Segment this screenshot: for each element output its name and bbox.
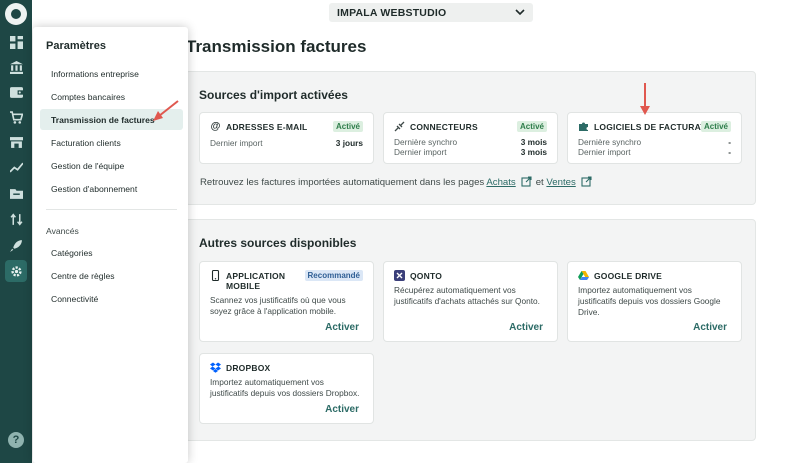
stat-row: Dernier import 3 mois <box>394 147 547 157</box>
app-rail: ? <box>0 0 32 463</box>
card-title: APPLICATION MOBILE <box>226 271 285 291</box>
settings-panel-title: Paramètres <box>46 40 106 52</box>
stat-value: 3 mois <box>520 147 547 157</box>
trend-chart-icon[interactable] <box>5 156 27 178</box>
annotation-arrow-icon <box>153 100 179 121</box>
settings-panel: Paramètres Informations entreprise Compt… <box>33 27 188 463</box>
card-description: Importez automatiquement vos justificati… <box>210 377 361 399</box>
card-title-line: MOBILE <box>226 281 261 291</box>
stat-label: Dernier import <box>210 138 263 148</box>
active-sources-title: Sources d'import activées <box>199 88 348 102</box>
store-icon[interactable] <box>5 131 27 153</box>
card-title: GOOGLE DRIVE <box>594 271 663 281</box>
note-conjunction: et <box>535 177 544 188</box>
qonto-source-card: QONTO Récupérez automatiquement vos just… <box>383 261 558 342</box>
stat-row: Dernier import 3 jours <box>210 138 363 148</box>
company-name: IMPALA WEBSTUDIO <box>337 6 447 19</box>
settings-item-team[interactable]: Gestion de l'équipe <box>40 155 183 176</box>
app-logo-icon[interactable] <box>5 3 27 25</box>
connectors-source-card[interactable]: CONNECTEURS Activé Dernière synchro 3 mo… <box>383 112 558 164</box>
stat-value: 3 jours <box>335 138 363 148</box>
advanced-heading: Avancés <box>46 226 79 236</box>
mobile-app-source-card: APPLICATION MOBILE Recommandé Scannez vo… <box>199 261 374 342</box>
status-badge: Activé <box>516 121 547 132</box>
status-badge: Activé <box>700 121 731 132</box>
at-sign-icon: @ <box>210 121 221 132</box>
transfer-icon[interactable] <box>5 208 27 230</box>
desc-line: Récupérez automatiquement vos <box>394 285 516 295</box>
page-title: Transmission factures <box>186 37 367 56</box>
active-sources-section: Sources d'import activées @ ADRESSES E-M… <box>185 71 756 205</box>
settings-item-rules-center[interactable]: Centre de règles <box>40 265 183 286</box>
imported-invoices-note: Retrouvez les factures importées automat… <box>200 176 596 188</box>
dropbox-source-card: DROPBOX Importez automatiquement vos jus… <box>199 353 374 424</box>
stat-row: Dernière synchro - <box>578 137 731 147</box>
status-badge: Activé <box>332 121 363 132</box>
puzzle-piece-icon <box>578 121 589 132</box>
dashboard-icon[interactable] <box>5 31 27 53</box>
stat-row: Dernier import - <box>578 147 731 157</box>
desc-line: soyez grâce à l'application mobile. <box>210 306 337 316</box>
stat-label: Dernière synchro <box>394 137 458 147</box>
card-title: CONNECTEURS <box>410 122 478 132</box>
activate-button[interactable]: Activer <box>325 322 359 333</box>
external-link-icon[interactable] <box>581 176 592 187</box>
external-link-icon[interactable] <box>521 176 532 187</box>
stat-value: 3 mois <box>520 137 547 147</box>
bank-icon[interactable] <box>5 56 27 78</box>
stat-label: Dernier import <box>578 147 631 157</box>
settings-item-connectivity[interactable]: Connectivité <box>40 288 183 309</box>
qonto-logo-icon <box>394 270 405 281</box>
gear-icon[interactable] <box>5 260 27 282</box>
dropbox-logo-icon <box>210 362 221 373</box>
help-icon[interactable]: ? <box>8 432 24 448</box>
chevron-down-icon <box>515 9 525 16</box>
other-sources-title: Autres sources disponibles <box>199 236 357 250</box>
settings-item-subscription[interactable]: Gestion d'abonnement <box>40 178 183 199</box>
settings-item-categories[interactable]: Catégories <box>40 242 183 263</box>
card-title: QONTO <box>410 271 443 281</box>
desc-line: justificatifs depuis vos dossiers Google <box>578 296 721 306</box>
stat-row: Dernière synchro 3 mois <box>394 137 547 147</box>
stat-value: - <box>728 137 731 147</box>
desc-line: justificatifs d'achats attachés sur Qont… <box>394 296 540 306</box>
achats-link[interactable]: Achats <box>486 177 515 188</box>
cart-icon[interactable] <box>5 106 27 128</box>
activate-button[interactable]: Activer <box>509 322 543 333</box>
other-sources-section: Autres sources disponibles APPLICATION M… <box>185 219 756 441</box>
google-drive-source-card: GOOGLE DRIVE Importez automatiquement vo… <box>567 261 742 342</box>
stat-label: Dernière synchro <box>578 137 642 147</box>
connector-icon <box>394 121 405 132</box>
desc-line: Scannez vos justificatifs où que vous <box>210 295 346 305</box>
settings-item-client-billing[interactable]: Facturation clients <box>40 132 183 153</box>
invoice-folder-icon[interactable] <box>5 182 27 204</box>
card-description: Importez automatiquement vos justificati… <box>578 285 729 318</box>
ventes-link[interactable]: Ventes <box>546 177 575 188</box>
company-selector[interactable]: IMPALA WEBSTUDIO <box>329 3 533 22</box>
activate-button[interactable]: Activer <box>693 322 727 333</box>
recommended-badge: Recommandé <box>304 270 363 281</box>
card-title: DROPBOX <box>226 363 271 373</box>
desc-line: justificatifs depuis vos dossiers Dropbo… <box>210 388 360 398</box>
desc-line: Drive. <box>578 307 600 317</box>
settings-item-company-info[interactable]: Informations entreprise <box>40 63 183 84</box>
email-source-card[interactable]: @ ADRESSES E-MAIL Activé Dernier import … <box>199 112 374 164</box>
smartphone-icon <box>210 270 221 281</box>
stat-value: - <box>728 147 731 157</box>
desc-line: Importez automatiquement vos <box>210 377 324 387</box>
desc-line: Importez automatiquement vos <box>578 285 692 295</box>
stat-label: Dernier import <box>394 147 447 157</box>
activate-button[interactable]: Activer <box>325 404 359 415</box>
card-description: Scannez vos justificatifs où que vous so… <box>210 295 361 317</box>
annotation-arrow-icon <box>640 83 650 115</box>
rocket-icon[interactable] <box>5 234 27 256</box>
google-drive-logo-icon <box>578 270 589 281</box>
billing-software-source-card[interactable]: LOGICIELS DE FACTURATION Activé Dernière… <box>567 112 742 164</box>
wallet-icon[interactable] <box>5 81 27 103</box>
panel-divider <box>46 209 177 210</box>
card-title: ADRESSES E-MAIL <box>226 122 308 132</box>
card-title-line: APPLICATION <box>226 271 286 281</box>
note-text: Retrouvez les factures importées automat… <box>200 177 485 188</box>
card-description: Récupérez automatiquement vos justificat… <box>394 285 545 307</box>
